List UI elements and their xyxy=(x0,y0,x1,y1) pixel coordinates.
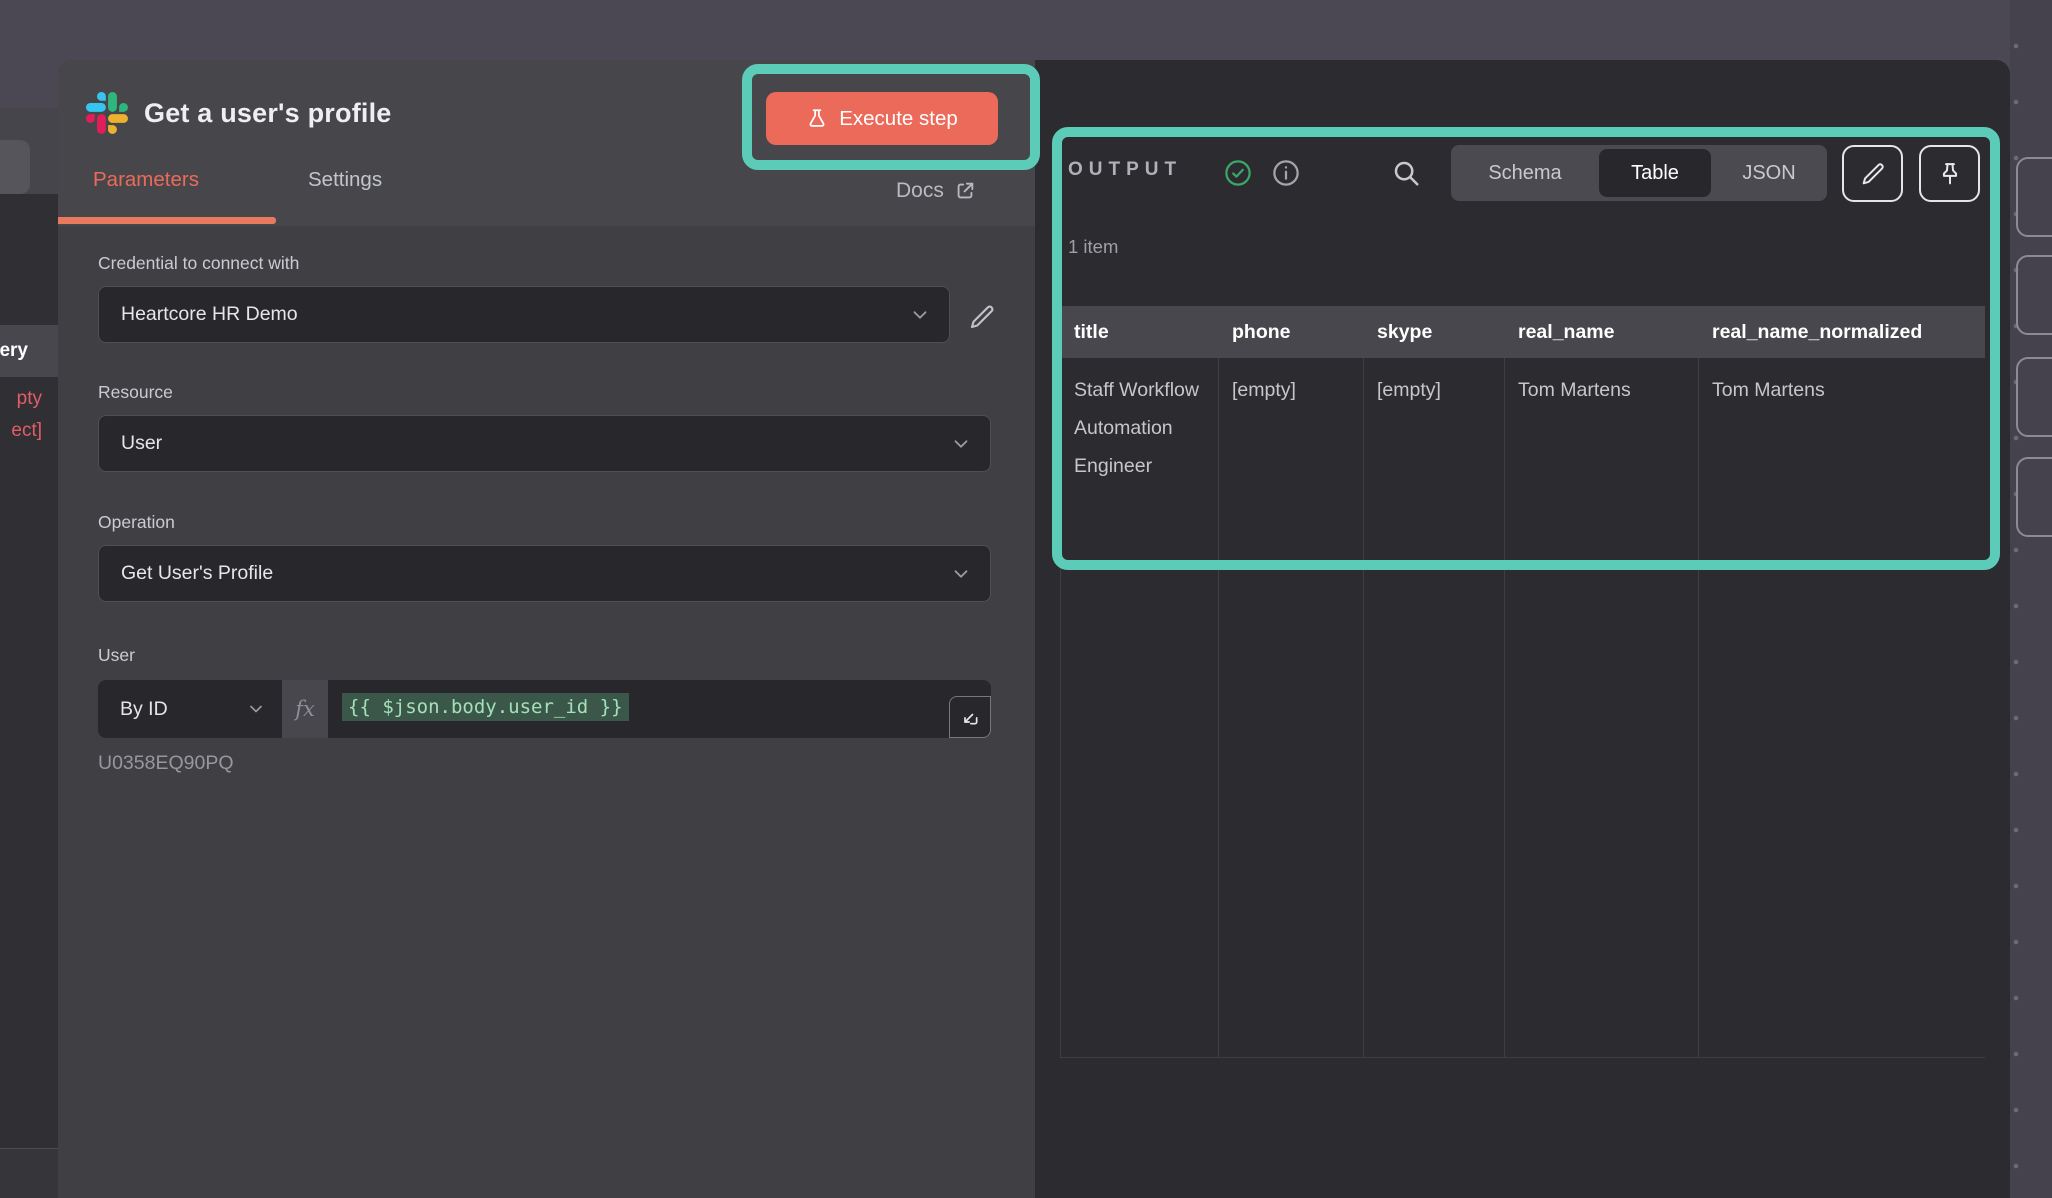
tab-parameters[interactable]: Parameters xyxy=(93,168,199,192)
resource-value: User xyxy=(121,432,162,455)
node-settings-panel: Get a user's profile Parameters Settings… xyxy=(58,60,1035,1198)
resource-select[interactable]: User xyxy=(98,415,991,472)
table-header-row: title phone skype real_name real_name_no… xyxy=(1060,306,1985,358)
canvas-node-outline xyxy=(2016,255,2052,335)
node-title: Get a user's profile xyxy=(144,98,392,129)
output-panel-header: OUTPUT Schema Table JSON xyxy=(1035,145,2010,201)
credential-label: Credential to connect with xyxy=(98,253,299,274)
execute-step-label: Execute step xyxy=(839,107,958,131)
execute-step-button[interactable]: Execute step xyxy=(766,92,998,145)
slack-icon xyxy=(86,92,128,134)
table-row: Staff Workflow Automation Engineer [empt… xyxy=(1060,358,1985,1058)
operation-select[interactable]: Get User's Profile xyxy=(98,545,991,602)
cell-title: Staff Workflow Automation Engineer xyxy=(1061,358,1218,1057)
info-icon[interactable] xyxy=(1271,158,1301,188)
docs-link-label: Docs xyxy=(896,179,944,203)
user-label: User xyxy=(98,645,135,666)
fx-toggle[interactable]: fx xyxy=(282,680,328,738)
active-tab-underline xyxy=(58,217,276,224)
input-panel-button-fragment[interactable] xyxy=(0,140,30,194)
input-panel-fragment: ery pty ect] xyxy=(0,108,58,1198)
output-view-switcher: Schema Table JSON xyxy=(1451,145,1827,201)
column-header-real-name[interactable]: real_name xyxy=(1504,306,1698,358)
pin-icon xyxy=(1936,160,1964,188)
canvas-node-outline xyxy=(2016,157,2052,237)
output-panel: OUTPUT Schema Table JSON xyxy=(1035,60,2010,1198)
canvas-node-outline xyxy=(2016,357,2052,437)
search-icon[interactable] xyxy=(1391,158,1421,188)
pencil-icon xyxy=(967,302,997,332)
credential-select[interactable]: Heartcore HR Demo xyxy=(98,286,950,343)
external-link-icon xyxy=(954,180,976,202)
chevron-down-icon xyxy=(246,699,266,719)
chevron-down-icon xyxy=(950,433,972,455)
chevron-down-icon xyxy=(909,304,931,326)
tab-settings[interactable]: Settings xyxy=(308,168,382,192)
credential-edit-button[interactable] xyxy=(963,298,1001,336)
resolved-user-id: U0358EQ90PQ xyxy=(98,752,234,775)
output-data-table: title phone skype real_name real_name_no… xyxy=(1060,306,1985,1058)
docs-link[interactable]: Docs xyxy=(896,179,976,203)
output-panel-title: OUTPUT xyxy=(1068,159,1182,181)
input-table-header-fragment: ery xyxy=(0,325,58,377)
cell-phone: [empty] xyxy=(1218,358,1363,1057)
column-header-title[interactable]: title xyxy=(1060,306,1218,358)
column-header-skype[interactable]: skype xyxy=(1363,306,1504,358)
credential-value: Heartcore HR Demo xyxy=(121,303,298,326)
input-table-bottom-border xyxy=(0,1148,58,1198)
pencil-icon xyxy=(1859,160,1887,188)
user-mode-value: By ID xyxy=(120,698,168,721)
input-table-empty-value: pty xyxy=(0,388,42,410)
expression-input[interactable]: {{ $json.body.user_id }} xyxy=(328,680,991,738)
input-table-header-text: ery xyxy=(0,325,28,377)
chevron-down-icon xyxy=(950,563,972,585)
user-field: By ID fx {{ $json.body.user_id }} xyxy=(98,680,991,738)
expand-expression-button[interactable] xyxy=(949,696,991,738)
cell-real-name-normalized: Tom Martens xyxy=(1698,358,1985,1057)
operation-value: Get User's Profile xyxy=(121,562,273,585)
expand-icon xyxy=(960,707,980,727)
cell-real-name: Tom Martens xyxy=(1504,358,1698,1057)
operation-label: Operation xyxy=(98,512,175,533)
column-header-real-name-normalized[interactable]: real_name_normalized xyxy=(1698,306,1985,358)
view-tab-json[interactable]: JSON xyxy=(1711,162,1827,185)
cell-skype: [empty] xyxy=(1363,358,1504,1057)
success-check-icon xyxy=(1223,158,1253,188)
user-mode-select[interactable]: By ID xyxy=(98,680,282,738)
canvas-node-outline xyxy=(2016,457,2052,537)
flask-icon xyxy=(806,108,828,130)
resource-label: Resource xyxy=(98,382,173,403)
column-header-phone[interactable]: phone xyxy=(1218,306,1363,358)
view-tab-schema[interactable]: Schema xyxy=(1451,162,1599,185)
output-item-count: 1 item xyxy=(1068,236,1118,258)
view-tab-table[interactable]: Table xyxy=(1599,149,1711,197)
expression-value: {{ $json.body.user_id }} xyxy=(342,693,629,721)
pin-data-button[interactable] xyxy=(1919,145,1980,202)
edit-output-button[interactable] xyxy=(1842,145,1903,202)
input-table-object-value: ect] xyxy=(0,420,42,442)
